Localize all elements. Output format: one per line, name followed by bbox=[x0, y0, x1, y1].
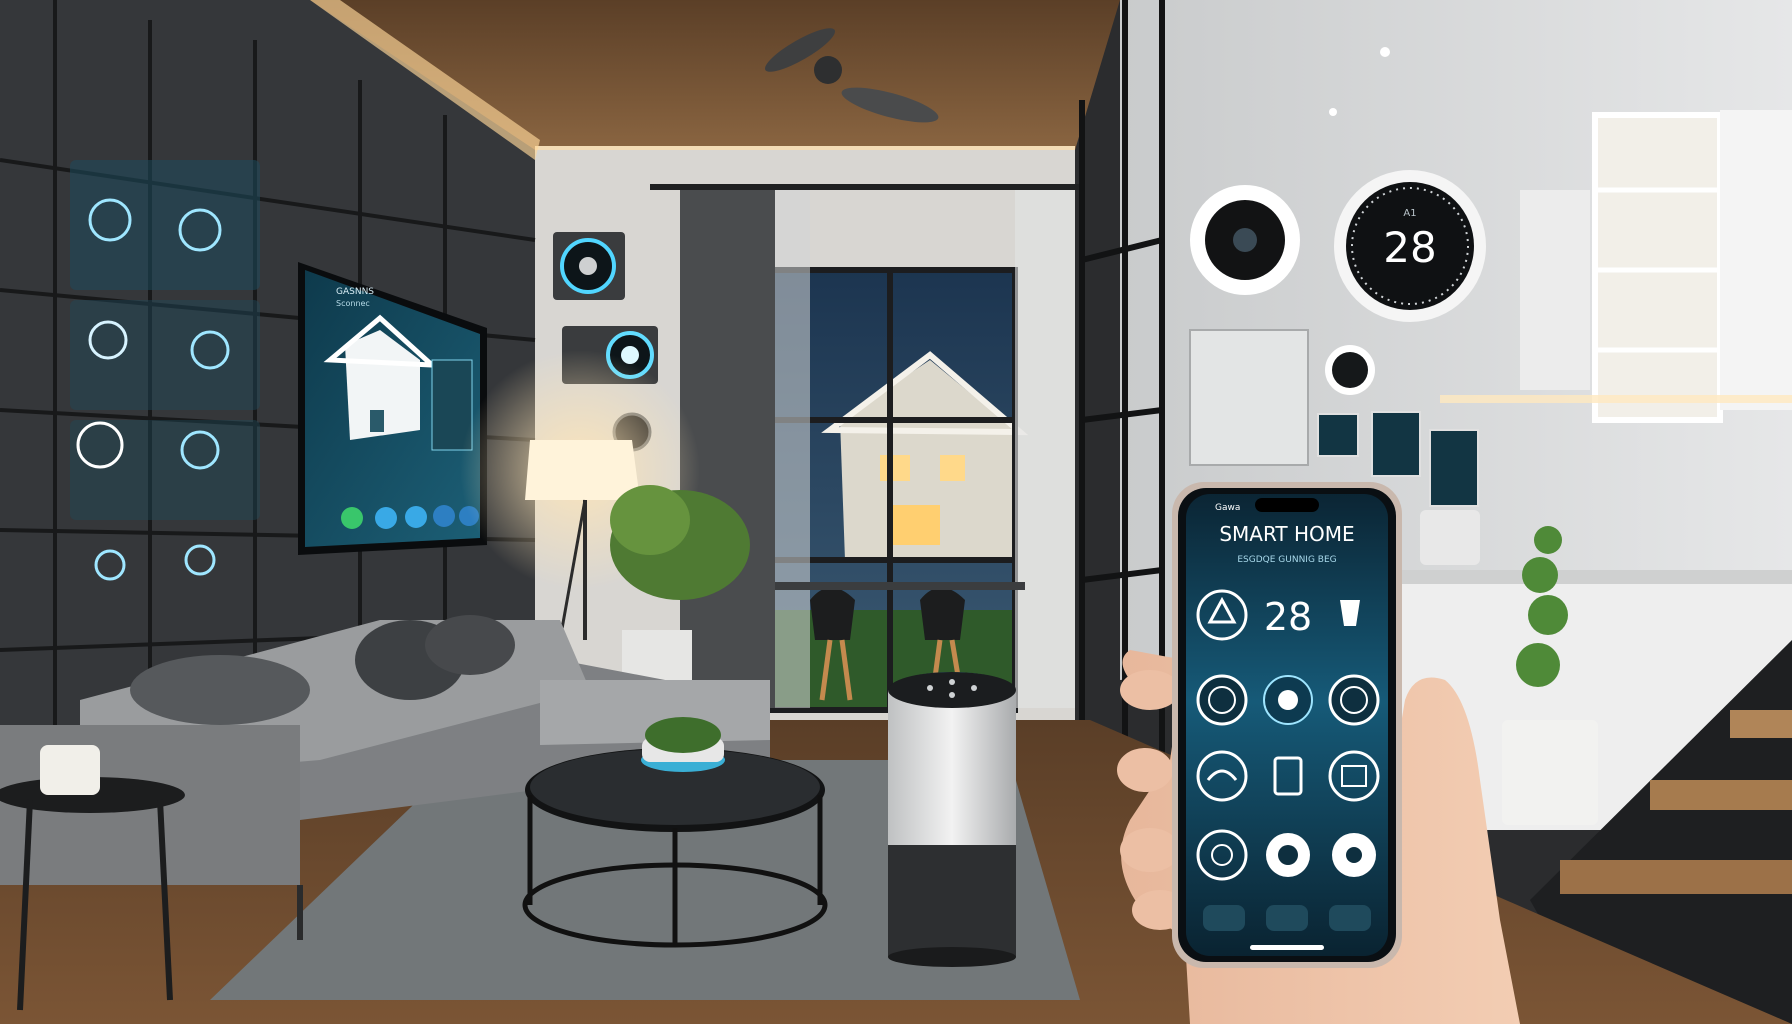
phone-temperature: 28 bbox=[1264, 595, 1312, 639]
nav-settings-button[interactable] bbox=[1329, 905, 1371, 931]
app-title: SMART HOME bbox=[1219, 522, 1354, 546]
app-subtitle: ESGDQE GUNNIG BEG bbox=[1237, 555, 1336, 565]
nav-home-button[interactable] bbox=[1203, 905, 1245, 931]
tv-caption-line1: GASNNS bbox=[336, 287, 374, 297]
home-indicator bbox=[1250, 945, 1324, 950]
tv-caption-line2: Sconnec bbox=[336, 299, 370, 308]
home-icon[interactable] bbox=[1328, 674, 1380, 726]
wall-hologram-panels bbox=[70, 160, 260, 581]
smart-home-scene: 28 A1 Gawa SMART HOME ESGDQE GUNNIG BEG … bbox=[0, 0, 1792, 1024]
phone-status-left: Gawa bbox=[1215, 503, 1240, 513]
wall-shelf bbox=[1189, 329, 1309, 466]
cushion bbox=[425, 615, 515, 675]
shield-icon[interactable] bbox=[1196, 674, 1248, 726]
smart-speaker bbox=[888, 672, 1016, 967]
thermostat-value: 28 bbox=[1383, 223, 1436, 272]
phone-notch bbox=[1255, 498, 1319, 512]
nav-devices-button[interactable] bbox=[1266, 905, 1308, 931]
device-row-2 bbox=[1196, 674, 1380, 726]
cushion bbox=[130, 655, 310, 725]
thermostat-small-label: A1 bbox=[1403, 208, 1416, 219]
scene-illustration: 28 A1 Gawa SMART HOME ESGDQE GUNNIG BEG … bbox=[0, 0, 1792, 1024]
